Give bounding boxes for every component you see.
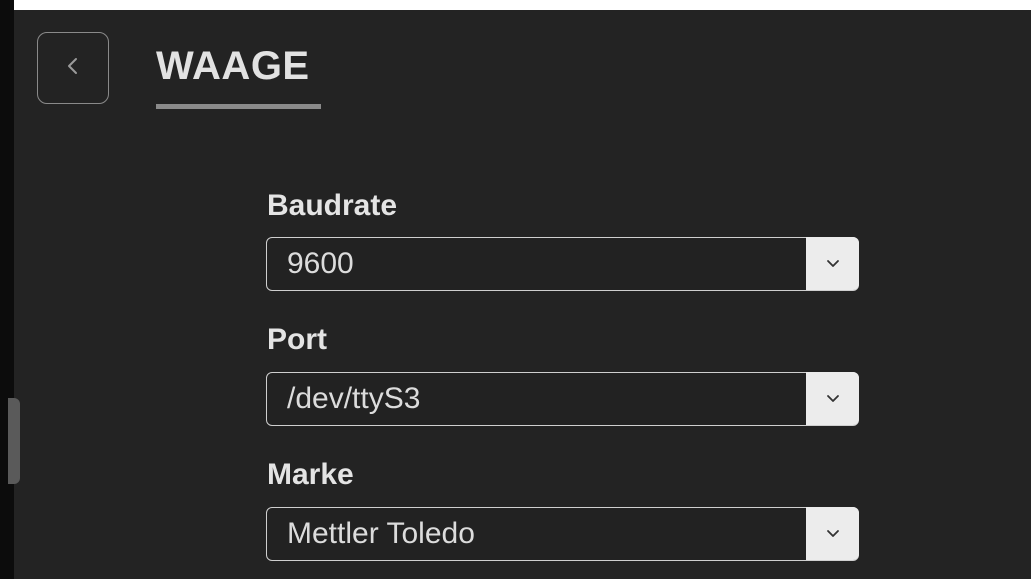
page-title: WAAGE (156, 44, 310, 88)
left-edge (0, 0, 14, 579)
port-select[interactable]: /dev/ttyS3 (266, 372, 859, 426)
marke-value: Mettler Toledo (287, 517, 475, 550)
back-button[interactable] (37, 32, 109, 104)
baudrate-value: 9600 (287, 247, 354, 280)
baudrate-select[interactable]: 9600 (266, 237, 859, 291)
side-drawer-handle[interactable] (8, 398, 20, 484)
top-edge (0, 0, 1031, 10)
chevron-down-icon[interactable] (806, 507, 859, 560)
baudrate-label: Baudrate (267, 189, 398, 222)
marke-label: Marke (267, 458, 354, 491)
port-label: Port (267, 323, 327, 356)
marke-select[interactable]: Mettler Toledo (266, 507, 859, 561)
chevron-down-icon[interactable] (806, 237, 859, 290)
chevron-left-icon (63, 56, 83, 81)
title-underline (156, 104, 321, 109)
chevron-down-icon[interactable] (806, 372, 859, 425)
port-value: /dev/ttyS3 (287, 382, 421, 415)
settings-screen: WAAGE Baudrate 9600 Port /dev/ttyS3 Mark… (0, 0, 1031, 579)
